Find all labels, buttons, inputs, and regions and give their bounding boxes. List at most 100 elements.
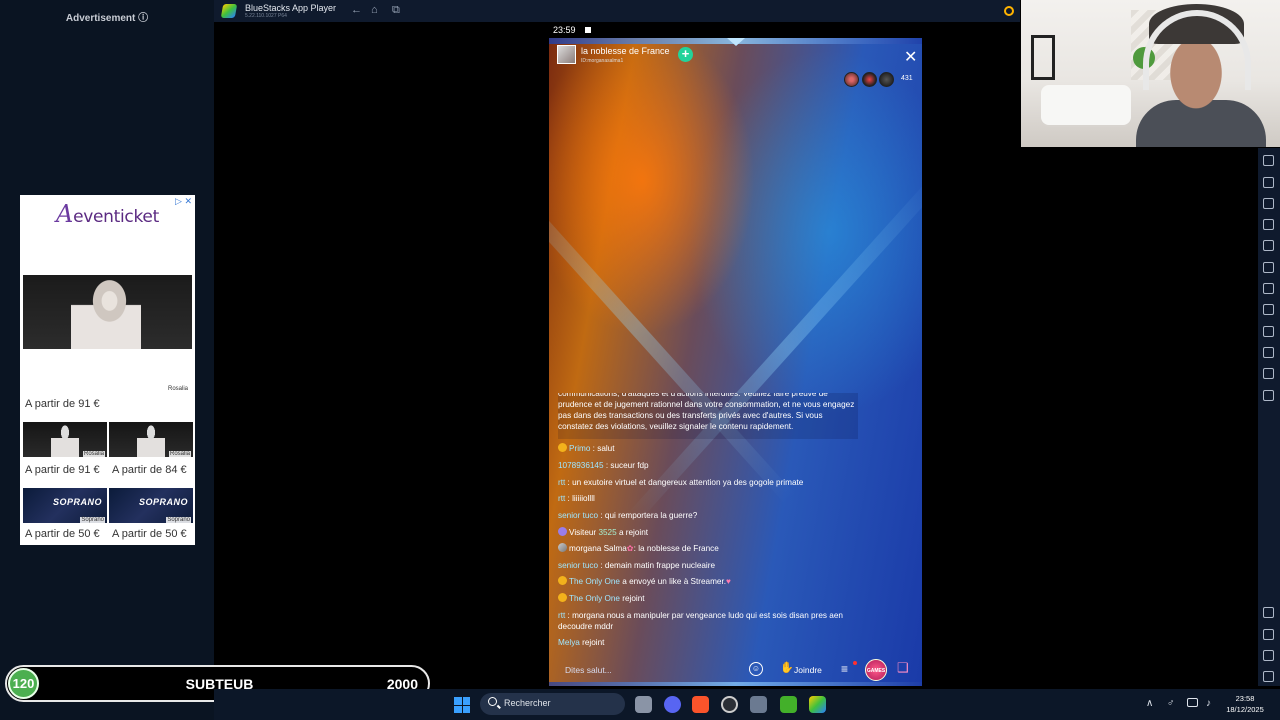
eco-mode-icon[interactable] [1263,304,1274,315]
ad-thumb-2[interactable]: Rosalia [109,422,193,457]
gamepad-icon[interactable] [1263,155,1274,166]
recent-tabs-icon[interactable]: ⧉ [392,4,400,17]
speaker-icon[interactable]: ♪ [1206,698,1211,709]
ad-thumb-1[interactable]: Rosalia [23,422,107,457]
windows-start-icon[interactable] [454,697,470,713]
bluestacks-version: 5.22.110.1027 P64 [245,13,287,19]
ad-price-1[interactable]: A partir de 91 € [25,464,100,476]
bluestacks-points-icon[interactable] [1004,6,1014,16]
android-home-icon[interactable] [1263,650,1274,661]
bluestacks-side-toolbar [1258,148,1280,686]
stream-frame-bottom [549,682,922,686]
chat-message: morgana Salma✿: la noblesse de France [558,543,858,554]
host-avatar[interactable] [557,45,576,64]
level-badge-icon [558,443,567,452]
more-icon[interactable] [1263,390,1274,401]
install-apk-icon[interactable] [1263,262,1274,273]
settings-icon[interactable] [1263,607,1274,618]
screenshot-icon[interactable] [1263,198,1274,209]
hand-icon[interactable]: ✋ [780,661,794,674]
record-icon[interactable] [1263,219,1274,230]
viewer-count[interactable]: 431 [901,75,913,82]
back-icon[interactable] [1263,629,1274,640]
viewer-avatar[interactable] [844,72,859,87]
chat-join-message: Melya rejoint [558,638,605,647]
chat-message: rtt : morgana nous a manipuler par venge… [558,611,843,631]
level-badge-icon [558,576,567,585]
home-icon[interactable]: ⌂ [371,4,378,16]
ad-label: Advertisement ⓘ [65,13,149,24]
bluestacks-taskbar-icon[interactable] [780,696,797,713]
ad-banner[interactable]: ▷ ✕ Aeventicket Rosalia A partir de 91 €… [20,195,195,545]
host-id: ID:morganasalma1 [581,58,624,64]
back-arrow-icon[interactable]: ← [351,4,362,16]
chat-message: rtt : liiiiiollll [558,494,595,503]
chat-message: rtt : un exutoire virtuel et dangereux a… [558,478,804,487]
follow-button[interactable]: + [678,47,693,62]
bluestacks-titlebar: BlueStacks App Player 5.22.110.1027 P64 … [214,0,1020,22]
ad-thumb-3[interactable]: SOPRANO Soprano [23,488,107,523]
webcam-overlay [1021,0,1280,147]
windows-taskbar: Rechercher ∧ ♂ ♪ 23:58 18/12/2025 [430,689,1280,720]
network-icon[interactable] [1187,698,1198,707]
ad-hero-image[interactable] [23,275,192,349]
discord-icon[interactable] [664,696,681,713]
notification-dot [853,661,857,665]
ad-price-2[interactable]: A partir de 84 € [112,464,187,476]
ad-sidebar: Advertisement ⓘ ▷ ✕ Aeventicket Rosalia … [0,0,214,720]
visitor-badge-icon [558,527,567,536]
bluestacks-multi-icon[interactable] [809,696,826,713]
brave-icon[interactable] [692,696,709,713]
live-stream-view[interactable]: la noblesse de France ID:morganasalma1 +… [549,38,922,686]
recent-apps-icon[interactable] [1263,671,1274,682]
settings-app-icon[interactable] [750,696,767,713]
status-time: 23:59 [553,25,576,35]
user-avatar-icon [558,543,567,552]
eventicket-logo: Aeventicket [56,200,159,228]
microphone-icon[interactable]: ♂ [1167,698,1175,709]
location-icon[interactable] [1263,326,1274,337]
chat-message: senior tuco : qui remportera la guerre? [558,511,698,520]
level-badge-icon [558,593,567,602]
tray-chevron-icon[interactable]: ∧ [1146,698,1153,709]
games-button[interactable]: GAMES [865,659,887,681]
obs-icon[interactable] [721,696,738,713]
ad-hero-caption: Rosalia [167,386,188,392]
ad-hero-price[interactable]: A partir de 91 € [25,398,100,410]
join-button[interactable]: Joindre [794,665,822,675]
chat-join-message: Visiteur 3525 a rejoint [558,527,858,538]
taskbar-clock[interactable]: 23:58 18/12/2025 [1225,693,1265,715]
sync-icon[interactable] [1263,368,1274,379]
host-name: la noblesse de France [581,46,670,56]
ad-thumb-4[interactable]: SOPRANO Soprano [109,488,193,523]
chat-message: Primo : salut [558,443,858,454]
chat-like-message: The Only One a envoyé un like à Streamer… [558,576,858,587]
taskbar-left [214,689,430,720]
viewer-avatar[interactable] [862,72,877,87]
gift-icon[interactable]: ❑ [897,660,909,676]
bluestacks-logo-icon [220,4,238,18]
task-view-icon[interactable] [635,696,652,713]
chat-input[interactable]: Dites salut... [565,665,612,675]
viewer-avatar[interactable] [879,72,894,87]
media-icon[interactable] [1263,240,1274,251]
chat-system-notice: communications, d'attaques et d'actions … [558,393,858,439]
layers-icon[interactable] [1263,347,1274,358]
close-stream-button[interactable]: ✕ [904,47,917,67]
flower-icon: ✿ [626,544,634,553]
menu-icon[interactable]: ≡ [841,662,848,676]
emoji-icon[interactable]: ☺ [749,662,763,676]
keyboard-icon[interactable] [1263,177,1274,188]
taskbar-search[interactable]: Rechercher [480,693,625,715]
host-info[interactable]: la noblesse de France ID:morganasalma1 + [557,44,693,66]
chat-message: 1078936145 : suceur fdp [558,461,649,470]
bluestacks-title: BlueStacks App Player [245,3,337,13]
chat-message: senior tuco : demain matin frappe nuclea… [558,561,716,570]
heart-icon: ♥ [726,577,731,586]
chat-join-message: The Only One rejoint [558,593,858,604]
folder-icon[interactable] [1263,283,1274,294]
ad-price-4[interactable]: A partir de 50 € [112,528,187,540]
search-icon [488,697,497,706]
android-status-bar: 23:59 [549,22,922,38]
ad-price-3[interactable]: A partir de 50 € [25,528,100,540]
